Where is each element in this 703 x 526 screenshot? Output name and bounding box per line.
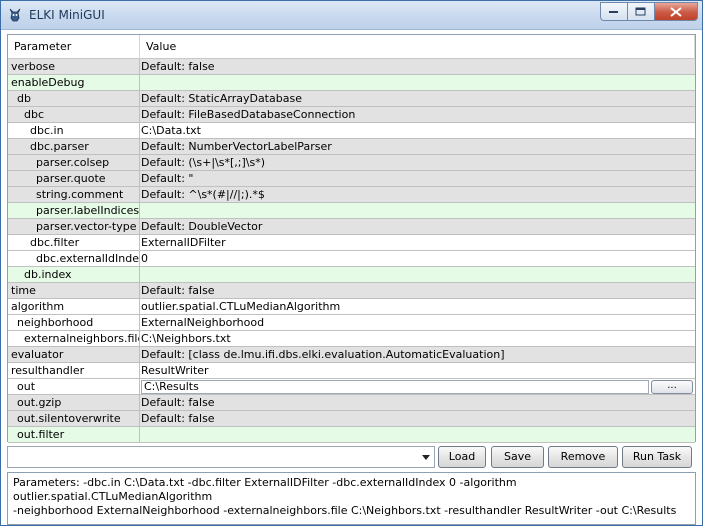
table-body: verbose Default: false enableDebug db Defaul…	[8, 59, 695, 443]
table-row[interactable]: parser.quote Default: "	[8, 171, 695, 187]
table-row[interactable]: neighborhood ExternalNeighborhood	[8, 315, 695, 331]
parameter-name-cell: dbc.parser	[8, 139, 140, 154]
output-path-input[interactable]: C:\Results	[141, 379, 649, 394]
parameter-name-cell: externalneighbors.file	[8, 331, 140, 346]
parameter-value-cell[interactable]: Default: false	[140, 411, 695, 426]
remove-button[interactable]: Remove	[548, 446, 618, 468]
saved-settings-combo[interactable]	[7, 446, 435, 468]
parameter-value-cell[interactable]	[140, 267, 695, 282]
elki-minigui-window: ELKI MiniGUI Parameter Value verbose Defa…	[0, 0, 703, 526]
parameter-name-cell: parser.colsep	[8, 155, 140, 170]
parameter-name-cell: db.index	[8, 267, 140, 282]
table-row[interactable]: resulthandler ResultWriter	[8, 363, 695, 379]
parameter-value-cell[interactable]: Default: false	[140, 283, 695, 298]
table-row[interactable]: dbc Default: FileBasedDatabaseConnection	[8, 107, 695, 123]
minimize-icon	[609, 10, 618, 13]
parameter-value-cell[interactable]: Default: (\s+|\s*[,;]\s*)	[140, 155, 695, 170]
parameter-value-cell[interactable]: Default: NumberVectorLabelParser	[140, 139, 695, 154]
parameter-value-cell[interactable]: Default: false	[140, 395, 695, 410]
window-title: ELKI MiniGUI	[29, 8, 105, 22]
parameter-name-cell: dbc.externalIdIndex	[8, 251, 140, 266]
title-bar[interactable]: ELKI MiniGUI	[1, 1, 702, 30]
parameter-value-cell[interactable]: C:\Neighbors.txt	[140, 331, 695, 346]
parameter-name-cell: enableDebug	[8, 75, 140, 90]
table-row[interactable]: dbc.in C:\Data.txt	[8, 123, 695, 139]
parameter-name-cell: parser.quote	[8, 171, 140, 186]
parameter-value-cell[interactable]: outlier.spatial.CTLuMedianAlgorithm	[140, 299, 695, 314]
table-row[interactable]: parser.vector-type Default: DoubleVector	[8, 219, 695, 235]
parameter-name-cell: neighborhood	[8, 315, 140, 330]
parameter-name-cell: parser.vector-type	[8, 219, 140, 234]
table-row[interactable]: string.comment Default: ^\s*(#|//|;).*$	[8, 187, 695, 203]
parameter-value-cell[interactable]: ExternalIDFilter	[140, 235, 695, 250]
parameter-name-cell: time	[8, 283, 140, 298]
parameter-table: Parameter Value verbose Default: false ena…	[7, 34, 696, 443]
table-row[interactable]: parser.labelIndices	[8, 203, 695, 219]
save-button[interactable]: Save	[491, 446, 544, 468]
table-row[interactable]: db Default: StaticArrayDatabase	[8, 91, 695, 107]
elki-logo-icon	[9, 8, 21, 22]
parameter-name-cell: parser.labelIndices	[8, 203, 140, 218]
table-row[interactable]: out.silentoverwrite Default: false	[8, 411, 695, 427]
parameter-name-cell: dbc.filter	[8, 235, 140, 250]
table-row[interactable]: evaluator Default: [class de.lmu.ifi.dbs.…	[8, 347, 695, 363]
parameter-value-cell[interactable]: C:\Data.txt	[140, 123, 695, 138]
table-row[interactable]: time Default: false	[8, 283, 695, 299]
action-bar: Load Save Remove Run Task	[7, 445, 696, 469]
browse-button[interactable]: ...	[651, 379, 693, 394]
parameter-value-cell[interactable]: Default: ^\s*(#|//|;).*$	[140, 187, 695, 202]
parameter-name-cell: out.filter	[8, 427, 140, 442]
file-value-cell: C:\Results...	[140, 379, 695, 394]
parameter-value-cell[interactable]: ResultWriter	[140, 363, 695, 378]
table-row[interactable]: dbc.parser Default: NumberVectorLabelPars…	[8, 139, 695, 155]
dropdown-arrow-icon[interactable]	[418, 447, 434, 467]
parameter-value-cell[interactable]: 0	[140, 251, 695, 266]
parameter-value-cell[interactable]: Default: [class de.lmu.ifi.dbs.elki.eval…	[140, 347, 695, 362]
maximize-button[interactable]	[627, 2, 654, 21]
close-icon	[670, 6, 682, 17]
parameter-name-cell: string.comment	[8, 187, 140, 202]
parameter-value-cell[interactable]: Default: StaticArrayDatabase	[140, 91, 695, 106]
load-button[interactable]: Load	[438, 446, 486, 468]
table-header: Parameter Value	[8, 35, 695, 59]
parameter-value-cell[interactable]	[140, 427, 695, 442]
parameter-value-cell[interactable]: Default: FileBasedDatabaseConnection	[140, 107, 695, 122]
table-row[interactable]: db.index	[8, 267, 695, 283]
parameter-name-cell: resulthandler	[8, 363, 140, 378]
parameter-name-cell: out.silentoverwrite	[8, 411, 140, 426]
parameters-output[interactable]: Parameters: -dbc.in C:\Data.txt -dbc.fil…	[7, 472, 696, 525]
table-row[interactable]: algorithm outlier.spatial.CTLuMedianAlgor…	[8, 299, 695, 315]
parameter-value-cell[interactable]	[140, 75, 695, 90]
parameter-value-cell[interactable]: ExternalNeighborhood	[140, 315, 695, 330]
parameter-name-cell: dbc.in	[8, 123, 140, 138]
table-row[interactable]: out.filter	[8, 427, 695, 443]
table-row[interactable]: externalneighbors.file C:\Neighbors.txt	[8, 331, 695, 347]
close-button[interactable]	[654, 2, 698, 21]
parameter-value-cell[interactable]: Default: DoubleVector	[140, 219, 695, 234]
table-row[interactable]: verbose Default: false	[8, 59, 695, 75]
parameter-name-cell: db	[8, 91, 140, 106]
table-row[interactable]: parser.colsep Default: (\s+|\s*[,;]\s*)	[8, 155, 695, 171]
column-header-value[interactable]: Value	[140, 35, 695, 59]
minimize-button[interactable]	[600, 2, 627, 21]
table-row[interactable]: dbc.externalIdIndex 0	[8, 251, 695, 267]
column-header-parameter[interactable]: Parameter	[8, 35, 140, 59]
parameter-name-cell: verbose	[8, 59, 140, 74]
parameter-name-cell: dbc	[8, 107, 140, 122]
run-task-button[interactable]: Run Task	[622, 446, 692, 468]
table-row[interactable]: out C:\Results...	[8, 379, 695, 395]
parameter-name-cell: out	[8, 379, 140, 394]
parameter-value-cell[interactable]: Default: "	[140, 171, 695, 186]
maximize-icon	[635, 7, 646, 15]
window-controls	[600, 2, 698, 22]
parameter-name-cell: out.gzip	[8, 395, 140, 410]
parameter-name-cell: evaluator	[8, 347, 140, 362]
parameter-value-cell[interactable]: Default: false	[140, 59, 695, 74]
parameter-name-cell: algorithm	[8, 299, 140, 314]
table-row[interactable]: out.gzip Default: false	[8, 395, 695, 411]
parameter-value-cell[interactable]	[140, 203, 695, 218]
table-row[interactable]: dbc.filter ExternalIDFilter	[8, 235, 695, 251]
table-row[interactable]: enableDebug	[8, 75, 695, 91]
